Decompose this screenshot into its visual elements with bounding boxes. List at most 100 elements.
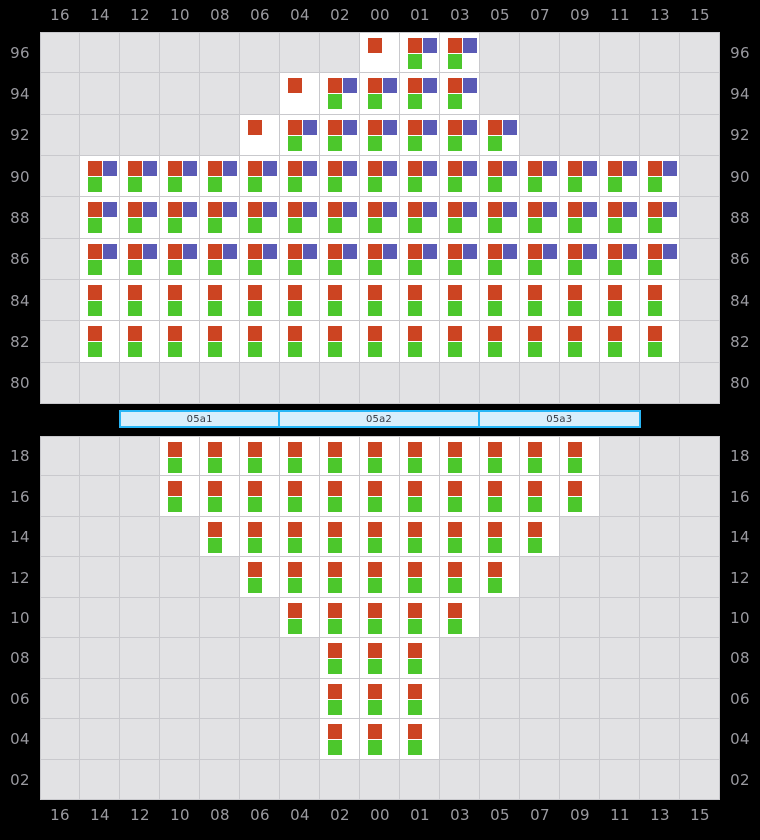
slot-occupied-92-03[interactable] [440, 114, 480, 156]
slot-occupied-84-13[interactable] [640, 279, 680, 322]
segment-05a2[interactable]: 05a2 [280, 412, 480, 426]
slot-occupied-88-06[interactable] [240, 197, 280, 239]
slot-occupied-16-06[interactable] [240, 476, 280, 517]
slot-occupied-16-05[interactable] [480, 476, 520, 517]
slot-occupied-10-01[interactable] [400, 597, 440, 639]
slot-occupied-84-10[interactable] [160, 279, 200, 322]
slot-occupied-84-03[interactable] [440, 279, 480, 322]
slot-occupied-86-06[interactable] [240, 238, 280, 280]
slot-occupied-96-01[interactable] [400, 32, 440, 74]
slot-occupied-84-04[interactable] [280, 279, 320, 322]
slot-occupied-86-03[interactable] [440, 238, 480, 280]
slot-occupied-16-07[interactable] [520, 476, 560, 517]
slot-occupied-82-08[interactable] [200, 321, 240, 363]
slot-occupied-90-06[interactable] [240, 155, 280, 198]
slot-occupied-94-01[interactable] [400, 73, 440, 115]
slot-occupied-84-14[interactable] [80, 279, 120, 322]
slot-occupied-88-01[interactable] [400, 197, 440, 239]
top-panel-grid[interactable] [40, 32, 720, 404]
slot-occupied-82-12[interactable] [120, 321, 160, 363]
slot-occupied-90-03[interactable] [440, 155, 480, 198]
slot-occupied-90-08[interactable] [200, 155, 240, 198]
slot-occupied-90-12[interactable] [120, 155, 160, 198]
slot-occupied-16-02[interactable] [320, 476, 360, 517]
slot-occupied-16-08[interactable] [200, 476, 240, 517]
slot-occupied-92-04[interactable] [280, 114, 320, 156]
slot-occupied-88-07[interactable] [520, 197, 560, 239]
slot-occupied-16-03[interactable] [440, 476, 480, 517]
slot-occupied-10-03[interactable] [440, 597, 480, 639]
slot-occupied-86-13[interactable] [640, 238, 680, 280]
slot-occupied-14-05[interactable] [480, 516, 520, 558]
slot-occupied-10-00[interactable] [360, 597, 400, 639]
slot-occupied-82-02[interactable] [320, 321, 360, 363]
bottom-panel-grid[interactable] [40, 436, 720, 800]
slot-occupied-92-06[interactable] [240, 114, 280, 156]
slot-occupied-82-04[interactable] [280, 321, 320, 363]
slot-occupied-88-03[interactable] [440, 197, 480, 239]
slot-occupied-14-08[interactable] [200, 516, 240, 558]
slot-occupied-84-06[interactable] [240, 279, 280, 322]
slot-occupied-16-01[interactable] [400, 476, 440, 517]
slot-occupied-86-09[interactable] [560, 238, 600, 280]
slot-occupied-90-09[interactable] [560, 155, 600, 198]
segment-05a3[interactable]: 05a3 [479, 412, 639, 426]
slot-occupied-82-07[interactable] [520, 321, 560, 363]
slot-occupied-96-03[interactable] [440, 32, 480, 74]
slot-occupied-88-14[interactable] [80, 197, 120, 239]
slot-occupied-14-03[interactable] [440, 516, 480, 558]
slot-occupied-86-04[interactable] [280, 238, 320, 280]
slot-occupied-90-00[interactable] [360, 155, 400, 198]
slot-occupied-82-05[interactable] [480, 321, 520, 363]
slot-occupied-04-01[interactable] [400, 719, 440, 760]
slot-occupied-18-09[interactable] [560, 436, 600, 477]
slot-occupied-84-02[interactable] [320, 279, 360, 322]
slot-occupied-92-00[interactable] [360, 114, 400, 156]
slot-occupied-16-04[interactable] [280, 476, 320, 517]
slot-occupied-18-06[interactable] [240, 436, 280, 477]
slot-occupied-86-12[interactable] [120, 238, 160, 280]
slot-occupied-06-02[interactable] [320, 678, 360, 720]
slot-occupied-82-10[interactable] [160, 321, 200, 363]
slot-occupied-18-01[interactable] [400, 436, 440, 477]
slot-occupied-90-05[interactable] [480, 155, 520, 198]
slot-occupied-86-02[interactable] [320, 238, 360, 280]
slot-occupied-88-11[interactable] [600, 197, 640, 239]
slot-occupied-84-09[interactable] [560, 279, 600, 322]
slot-occupied-14-00[interactable] [360, 516, 400, 558]
slot-occupied-18-03[interactable] [440, 436, 480, 477]
slot-occupied-10-02[interactable] [320, 597, 360, 639]
slot-occupied-18-08[interactable] [200, 436, 240, 477]
slot-occupied-14-01[interactable] [400, 516, 440, 558]
slot-occupied-86-10[interactable] [160, 238, 200, 280]
slot-occupied-94-04[interactable] [280, 73, 320, 115]
slot-occupied-86-14[interactable] [80, 238, 120, 280]
slot-occupied-12-04[interactable] [280, 557, 320, 598]
slot-occupied-84-12[interactable] [120, 279, 160, 322]
slot-occupied-12-05[interactable] [480, 557, 520, 598]
slot-occupied-92-01[interactable] [400, 114, 440, 156]
slot-occupied-94-00[interactable] [360, 73, 400, 115]
slot-occupied-16-10[interactable] [160, 476, 200, 517]
slot-occupied-88-09[interactable] [560, 197, 600, 239]
slot-occupied-90-07[interactable] [520, 155, 560, 198]
slot-occupied-82-13[interactable] [640, 321, 680, 363]
slot-occupied-84-07[interactable] [520, 279, 560, 322]
slot-occupied-14-04[interactable] [280, 516, 320, 558]
slot-occupied-04-02[interactable] [320, 719, 360, 760]
slot-occupied-82-06[interactable] [240, 321, 280, 363]
slot-occupied-14-07[interactable] [520, 516, 560, 558]
slot-occupied-82-11[interactable] [600, 321, 640, 363]
slot-occupied-82-14[interactable] [80, 321, 120, 363]
slot-occupied-82-03[interactable] [440, 321, 480, 363]
slot-occupied-16-00[interactable] [360, 476, 400, 517]
segment-bar[interactable]: 05a1 05a2 05a3 [119, 410, 641, 428]
slot-occupied-86-07[interactable] [520, 238, 560, 280]
slot-occupied-18-02[interactable] [320, 436, 360, 477]
slot-occupied-16-09[interactable] [560, 476, 600, 517]
slot-occupied-88-08[interactable] [200, 197, 240, 239]
slot-occupied-18-00[interactable] [360, 436, 400, 477]
slot-occupied-06-00[interactable] [360, 678, 400, 720]
slot-occupied-12-02[interactable] [320, 557, 360, 598]
slot-occupied-88-02[interactable] [320, 197, 360, 239]
